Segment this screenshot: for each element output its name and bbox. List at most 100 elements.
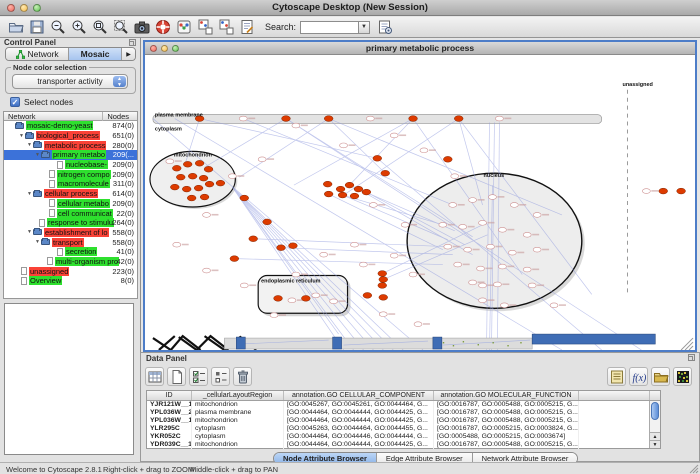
network-tree-item[interactable]: ▼primary metabo209(... [4,150,137,160]
table-cell[interactable]: [GO:0016787, GO:0005488, GO:0005215, G..… [434,409,579,417]
select-nodes-checkbox[interactable]: ✓ [10,97,20,107]
table-cell[interactable]: [GO:0016787, GO:0005488, GO:0005215, G..… [434,441,579,449]
node-color-combobox[interactable]: transporter activity ▲▼ [12,74,128,89]
table-column-header[interactable] [579,391,650,400]
zoom-in-button[interactable] [69,18,88,36]
scroll-down-button[interactable]: ▼ [650,440,660,448]
table-column-header[interactable]: _cellularLayoutRegion [192,391,284,400]
table-row[interactable]: YKR052Ccytoplasm[GO:0044464, GO:0044446,… [147,433,660,441]
table-cell[interactable]: [GO:0045263, GO:0044464, GO:0044455, G..… [284,425,434,433]
network-graph[interactable]: plasma membranecytoplasmmitochondrionnuc… [145,56,695,350]
delete-attribute-button[interactable] [233,367,252,386]
layout-red-button[interactable] [195,18,214,36]
table-cell[interactable]: [GO:0044464, GO:0044444, GO:0044425, G..… [284,409,434,417]
select-attributes-button[interactable] [189,367,208,386]
table-cell[interactable]: YKR052C [147,433,192,441]
table-cell[interactable]: [GO:0005488, GO:0005215, GO:0003674] [434,433,579,441]
table-cell[interactable]: plasma membrane [192,409,284,417]
table-cell[interactable]: YDR039C__1 [147,441,192,449]
table-cell[interactable]: [GO:0044464, GO:0044444, GO:0044425, G..… [284,441,434,449]
disclosure-triangle-icon[interactable]: ▼ [26,142,33,148]
table-cell[interactable]: mitochondrion [192,441,284,449]
layout-blue-button[interactable] [216,18,235,36]
table-cell[interactable]: YLR295C [147,425,192,433]
network-view-titlebar[interactable]: primary metabolic process [145,42,695,55]
table-cell[interactable]: cytoplasm [192,433,284,441]
network-tree-item[interactable]: mosaic-demo-yeast874(0) [4,121,137,131]
table-column-header[interactable]: annotation.GO CELLULAR_COMPONENT [284,391,434,400]
network-canvas[interactable]: plasma membranecytoplasmmitochondrionnuc… [145,56,695,350]
table-cell[interactable]: [GO:0016787, GO:0005215, GO:0003824, G..… [434,425,579,433]
network-tree-item[interactable]: cell communicat22(0) [4,208,137,218]
network-tree-item[interactable]: secretion41(0) [4,247,137,257]
disclosure-triangle-icon[interactable]: ▼ [34,239,41,245]
table-cell[interactable]: [GO:0016787, GO:0005488, GO:0005215, G..… [434,417,579,425]
network-tree-item[interactable]: ▼establishment of lo558(0) [4,228,137,238]
attribute-batch-button[interactable] [607,367,626,386]
snapshot-button[interactable] [132,18,151,36]
disclosure-triangle-icon[interactable]: ▼ [26,191,33,197]
function-builder-button[interactable]: f(x) [629,367,648,386]
table-button[interactable] [145,367,164,386]
network-tree-item[interactable]: ▼metabolic process280(0) [4,140,137,150]
network-tree-item[interactable]: nitrogen compo209(0) [4,169,137,179]
float-data-panel-icon[interactable] [688,354,695,361]
network-tree-item[interactable]: Overview8(0) [4,276,137,286]
table-column-header[interactable]: ID [147,391,192,400]
zoom-fit-button[interactable] [111,18,130,36]
network-tree-header[interactable]: Network Nodes [4,112,137,121]
import-attributes-button[interactable] [651,367,670,386]
birdseye-view[interactable] [4,303,134,455]
table-cell[interactable]: [GO:0016787, GO:0005488, GO:0005215, G..… [434,401,579,409]
table-cell[interactable]: [GO:0044464, GO:0044446, GO:0044444, G..… [284,433,434,441]
table-cell[interactable]: mitochondrion [192,417,284,425]
zoom-selected-button[interactable] [90,18,109,36]
disclosure-triangle-icon[interactable]: ▼ [18,133,25,139]
unselect-attributes-button[interactable] [211,367,230,386]
network-tree-item[interactable]: response to stimulu264(0) [4,218,137,228]
network-tree-item[interactable]: ▼biological_process651(0) [4,131,137,141]
search-config-button[interactable] [375,18,394,36]
table-cell[interactable]: [GO:0045267, GO:0045261, GO:0044464, G..… [284,401,434,409]
tab-network[interactable]: Network [6,48,69,60]
network-tree-item[interactable]: unassigned223(0) [4,266,137,276]
open-button[interactable] [6,18,25,36]
tab-mosaic[interactable]: Mosaic [69,48,122,60]
table-row[interactable]: YPL036W__2plasma membrane[GO:0044464, GO… [147,409,660,417]
zoom-out-button[interactable] [48,18,67,36]
table-row[interactable]: YJR121W__1mitochondrion[GO:0045267, GO:0… [147,401,660,409]
table-cell[interactable]: YJR121W__1 [147,401,192,409]
app-titlebar[interactable]: Cytoscape Desktop (New Session) [0,0,700,16]
table-scrollbar[interactable]: ▲ ▼ [649,401,660,448]
save-button[interactable] [27,18,46,36]
network-tree-item[interactable]: ▼transport558(0) [4,237,137,247]
table-scrollbar-thumb[interactable] [651,402,659,420]
annotation-button[interactable] [237,18,256,36]
matrix-button[interactable] [673,367,692,386]
table-cell[interactable]: cytoplasm [192,425,284,433]
tab-overflow-button[interactable]: ▶ [122,48,135,60]
table-column-header[interactable]: annotation.GO MOLECULAR_FUNCTION [434,391,579,400]
network-tree-item[interactable]: cellular metabo209(0) [4,199,137,209]
table-row[interactable]: YDR039C__1mitochondrion[GO:0044464, GO:0… [147,441,660,449]
search-input[interactable] [300,21,358,34]
table-cell[interactable]: YPL036W__2 [147,409,192,417]
network-tree-item[interactable]: ▼cellular process614(0) [4,189,137,199]
disclosure-triangle-icon[interactable]: ▼ [26,229,33,235]
table-cell[interactable]: YPL036W__1 [147,417,192,425]
scroll-up-button[interactable]: ▲ [650,432,660,440]
network-tree-item[interactable]: macromolecule311(0) [4,179,137,189]
table-row[interactable]: YLR295Ccytoplasm[GO:0045263, GO:0044464,… [147,425,660,433]
resize-grip-icon[interactable] [689,464,699,474]
network-tree-item[interactable]: multi-organism pro42(0) [4,257,137,267]
search-dropdown-button[interactable]: ▼ [358,21,370,34]
new-attribute-button[interactable] [167,367,186,386]
attribute-table-header[interactable]: ID_cellularLayoutRegionannotation.GO CEL… [147,391,660,401]
table-row[interactable]: YPL036W__1mitochondrion[GO:0044464, GO:0… [147,417,660,425]
disclosure-triangle-icon[interactable]: ▼ [34,152,41,158]
float-panel-icon[interactable] [129,39,136,46]
table-cell[interactable]: [GO:0044464, GO:0044444, GO:0044425, G..… [284,417,434,425]
help-button[interactable] [153,18,172,36]
network-tree-item[interactable]: nucleobase-209(0) [4,160,137,170]
vizmapper-button[interactable] [174,18,193,36]
